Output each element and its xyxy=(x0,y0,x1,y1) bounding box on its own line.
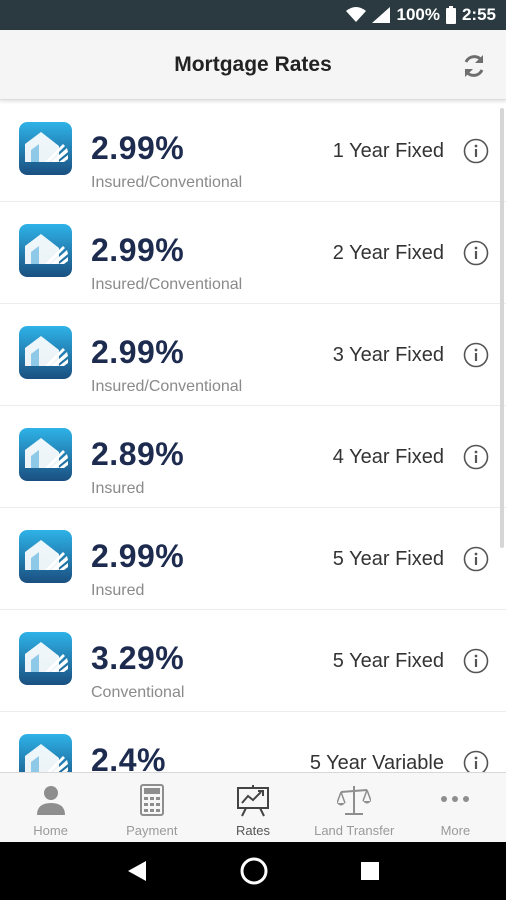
mortgage-house-logo-icon xyxy=(19,224,72,277)
recents-icon[interactable] xyxy=(360,861,380,881)
nav-home[interactable]: Home xyxy=(0,773,101,842)
nav-label-payment: Payment xyxy=(126,823,178,838)
refresh-icon[interactable] xyxy=(460,52,488,80)
app-bar: Mortgage Rates xyxy=(0,30,506,100)
status-bar: 100% 2:55 xyxy=(0,0,506,30)
rate-term: 3 Year Fixed xyxy=(332,344,444,366)
mortgage-house-logo-icon xyxy=(19,632,72,685)
rate-value: 3.29% xyxy=(91,640,185,676)
info-icon[interactable] xyxy=(463,444,489,470)
more-dots-icon xyxy=(441,796,470,802)
system-navigation-bar xyxy=(0,842,506,900)
rate-value: 2.4% xyxy=(91,742,166,772)
info-icon[interactable] xyxy=(463,750,489,772)
info-icon[interactable] xyxy=(463,546,489,572)
rate-term: 5 Year Fixed xyxy=(332,650,444,672)
rate-term: 1 Year Fixed xyxy=(332,140,444,162)
nav-land-transfer[interactable]: Land Transfer xyxy=(304,773,405,842)
rate-term: 4 Year Fixed xyxy=(332,446,444,468)
rate-type: Insured/Conventional xyxy=(91,276,243,293)
battery-icon xyxy=(445,6,456,24)
wifi-icon xyxy=(346,7,367,22)
rate-value: 2.99% xyxy=(91,538,185,574)
rate-row[interactable]: 3.29% Conventional 5 Year Fixed xyxy=(0,610,506,712)
chart-board-icon xyxy=(237,785,269,817)
rate-type: Insured xyxy=(91,582,145,599)
signal-icon xyxy=(372,7,391,23)
rate-type: Insured/Conventional xyxy=(91,378,243,395)
mortgage-house-logo-icon xyxy=(19,326,72,379)
nav-payment[interactable]: Payment xyxy=(101,773,202,842)
rate-row[interactable]: 2.99% Insured 5 Year Fixed xyxy=(0,508,506,610)
nav-more[interactable]: More xyxy=(405,773,506,842)
back-icon[interactable] xyxy=(126,859,148,883)
scales-icon xyxy=(337,786,372,815)
rate-row[interactable]: 2.99% Insured/Conventional 2 Year Fixed xyxy=(0,202,506,304)
rate-list[interactable]: 2.99% Insured/Conventional 1 Year Fixed xyxy=(0,100,506,772)
nav-label-home: Home xyxy=(33,823,68,838)
info-icon[interactable] xyxy=(463,342,489,368)
rate-row[interactable]: 2.99% Insured/Conventional 3 Year Fixed xyxy=(0,304,506,406)
rate-term: 5 Year Variable xyxy=(309,752,444,772)
mortgage-house-logo-icon xyxy=(19,734,72,772)
nav-label-more: More xyxy=(440,823,471,838)
mortgage-house-logo-icon xyxy=(19,122,72,175)
rate-value: 2.99% xyxy=(91,130,185,166)
scrollbar-thumb[interactable] xyxy=(500,108,504,548)
nav-label-land-transfer: Land Transfer xyxy=(314,823,395,838)
calculator-icon xyxy=(139,784,164,816)
info-icon[interactable] xyxy=(463,648,489,674)
rate-value: 2.99% xyxy=(91,334,185,370)
mortgage-house-logo-icon xyxy=(19,428,72,481)
page-title: Mortgage Rates xyxy=(174,52,332,76)
info-icon[interactable] xyxy=(463,240,489,266)
rate-type: Insured/Conventional xyxy=(91,174,243,191)
rate-term: 2 Year Fixed xyxy=(332,242,444,264)
battery-percentage: 100% xyxy=(396,5,440,24)
nav-label-rates: Rates xyxy=(236,823,270,838)
mortgage-house-logo-icon xyxy=(19,530,72,583)
rate-row[interactable]: 2.99% Insured/Conventional 1 Year Fixed xyxy=(0,100,506,202)
rate-type: Conventional xyxy=(91,684,185,701)
info-icon[interactable] xyxy=(463,138,489,164)
nav-rates[interactable]: Rates xyxy=(202,773,303,842)
person-icon xyxy=(36,786,65,815)
rate-term: 5 Year Fixed xyxy=(332,548,444,570)
rate-type: Insured xyxy=(91,480,145,497)
rate-row[interactable]: 2.89% Insured 4 Year Fixed xyxy=(0,406,506,508)
rate-row[interactable]: 2.4% 5 Year Variable xyxy=(0,712,506,772)
clock-time: 2:55 xyxy=(461,5,496,24)
rate-value: 2.99% xyxy=(91,232,185,268)
rate-value: 2.89% xyxy=(91,436,185,472)
home-circle-icon[interactable] xyxy=(239,856,269,886)
bottom-navigation: Home Payment Rates Land Transfer More xyxy=(0,772,506,842)
